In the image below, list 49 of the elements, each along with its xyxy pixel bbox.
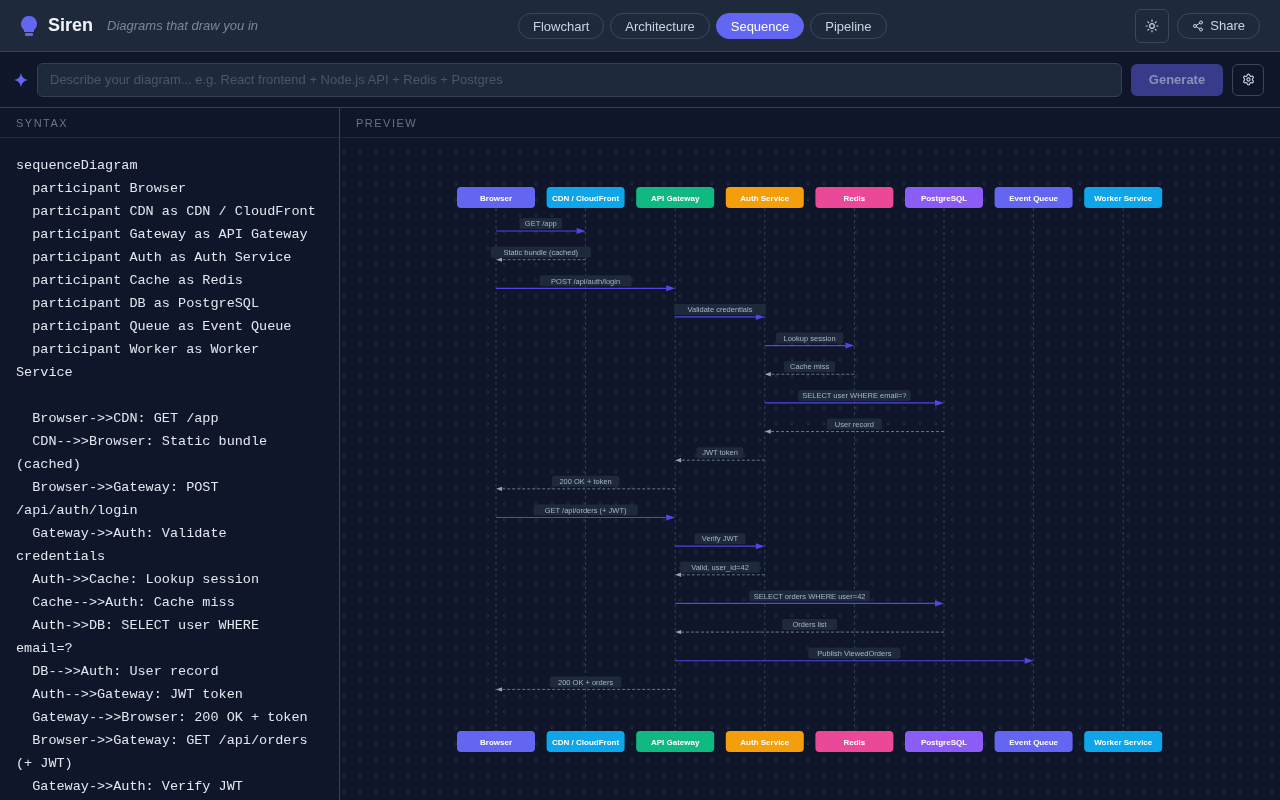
participant-box: Browser: [457, 731, 535, 752]
participant-box: Redis: [815, 187, 894, 208]
code-line: Auth-->>Gateway: JWT token: [31, 686, 244, 704]
code-line: Gateway->>Auth: Validate credentials: [16, 525, 228, 566]
code-line: Browser->>Gateway: POST /api/auth/login: [16, 479, 220, 520]
code-line: sequenceDiagram: [16, 157, 139, 175]
participant-box: Auth Service: [725, 187, 804, 208]
participant-box: Browser: [457, 187, 535, 208]
code-line: participant Worker as Worker Service: [16, 341, 261, 382]
code-line: participant Auth as Auth Service: [31, 249, 293, 267]
app-name: Siren: [48, 15, 94, 36]
code-line: participant Queue as Event Queue: [31, 318, 293, 336]
participant-box: Worker Service: [1084, 731, 1163, 752]
preview-panel-title: PREVIEW: [356, 116, 418, 129]
code-line: DB-->>Auth: User record: [31, 663, 220, 681]
syntax-panel-title: SYNTAX: [16, 116, 69, 129]
participant-box: Redis: [815, 731, 894, 752]
code-line: participant Browser: [31, 180, 188, 198]
code-line: Gateway-->>Browser: 200 OK + token: [31, 709, 309, 727]
participant-box: Auth Service: [725, 731, 804, 752]
participant-box: Event Queue: [994, 731, 1073, 752]
code-line: Browser->>Gateway: GET /api/orders (+ JWT): [16, 732, 309, 773]
participant-box: API Gateway: [636, 731, 715, 752]
participant-box: API Gateway: [636, 187, 715, 208]
participant-box: Worker Service: [1084, 187, 1163, 208]
diagram-type-tab[interactable]: Sequence: [715, 13, 805, 39]
code-line: Auth->>Cache: Lookup session: [31, 571, 261, 589]
code-line: Browser->>CDN: GET /app: [31, 410, 220, 428]
settings-button[interactable]: [1232, 63, 1264, 96]
participant-box: CDN / CloudFront: [546, 731, 625, 752]
code-line: participant Gateway as API Gateway: [31, 226, 309, 244]
code-line: Auth->>DB: SELECT user WHERE email=?: [16, 617, 261, 658]
theme-toggle-button[interactable]: [1135, 8, 1170, 43]
lightbulb-icon: [20, 15, 38, 36]
sun-icon: [1145, 18, 1160, 33]
sparkle-icon: [14, 72, 28, 87]
code-line: CDN-->>Browser: Static bundle (cached): [16, 433, 269, 474]
app-tagline: Diagrams that draw you in: [107, 18, 259, 33]
participant-box: PostgreSQL: [905, 187, 983, 208]
share-icon: [1192, 19, 1205, 32]
participant-box: Event Queue: [994, 187, 1073, 208]
code-line: participant DB as PostgreSQL: [31, 295, 261, 313]
code-line: participant CDN as CDN / CloudFront: [31, 203, 317, 221]
code-line: Gateway->>Auth: Verify JWT: [31, 778, 244, 796]
code-line: participant Cache as Redis: [31, 272, 244, 290]
participant-box: CDN / CloudFront: [546, 187, 625, 208]
participant-box: PostgreSQL: [905, 731, 983, 752]
settings-icon: [1241, 73, 1255, 86]
code-line: Cache-->>Auth: Cache miss: [31, 594, 236, 612]
